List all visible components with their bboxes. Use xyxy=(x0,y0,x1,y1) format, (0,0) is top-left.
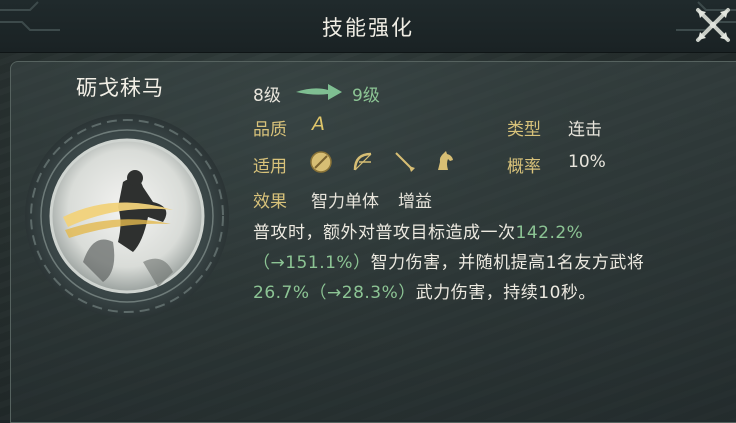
skill-portrait xyxy=(25,114,229,318)
skill-name: 砺戈秣马 xyxy=(76,76,164,100)
effect-label: 效果 xyxy=(253,192,287,212)
window-title: 技能强化 xyxy=(322,16,414,40)
title-bar: 技能强化 xyxy=(0,0,736,53)
probability-value: 10% xyxy=(568,152,606,172)
level-current: 8级 xyxy=(253,86,281,106)
quality-label: 品质 xyxy=(253,120,287,140)
spear-icon xyxy=(395,152,415,172)
shield-icon xyxy=(310,151,332,173)
probability-label: 概率 xyxy=(507,157,541,177)
close-icon[interactable] xyxy=(692,4,734,46)
desc-value: 26.7%（→28.3%） xyxy=(253,283,416,303)
desc-text: 普攻时，额外对普攻目标造成一次 xyxy=(253,223,516,243)
skill-description: 普攻时，额外对普攻目标造成一次142.2% （→151.1%）智力伤害，并随机提… xyxy=(253,218,723,308)
level-next: 9级 xyxy=(352,86,380,106)
desc-value: 142.2% xyxy=(515,223,584,243)
quality-value: A xyxy=(312,113,325,135)
type-label: 类型 xyxy=(507,120,541,140)
desc-value: （→151.1%） xyxy=(253,253,371,273)
desc-text: 武力伤害，持续10秒。 xyxy=(415,283,596,303)
horse-icon xyxy=(438,151,453,170)
applicable-label: 适用 xyxy=(253,157,287,177)
effect-tag: 增益 xyxy=(398,192,432,212)
effect-tag: 智力单体 xyxy=(311,192,379,212)
level-arrow-icon xyxy=(296,84,342,100)
type-value: 连击 xyxy=(568,120,602,140)
desc-text: 智力伤害，并随机提高1名友方武将 xyxy=(370,253,645,273)
bow-icon xyxy=(353,152,372,171)
